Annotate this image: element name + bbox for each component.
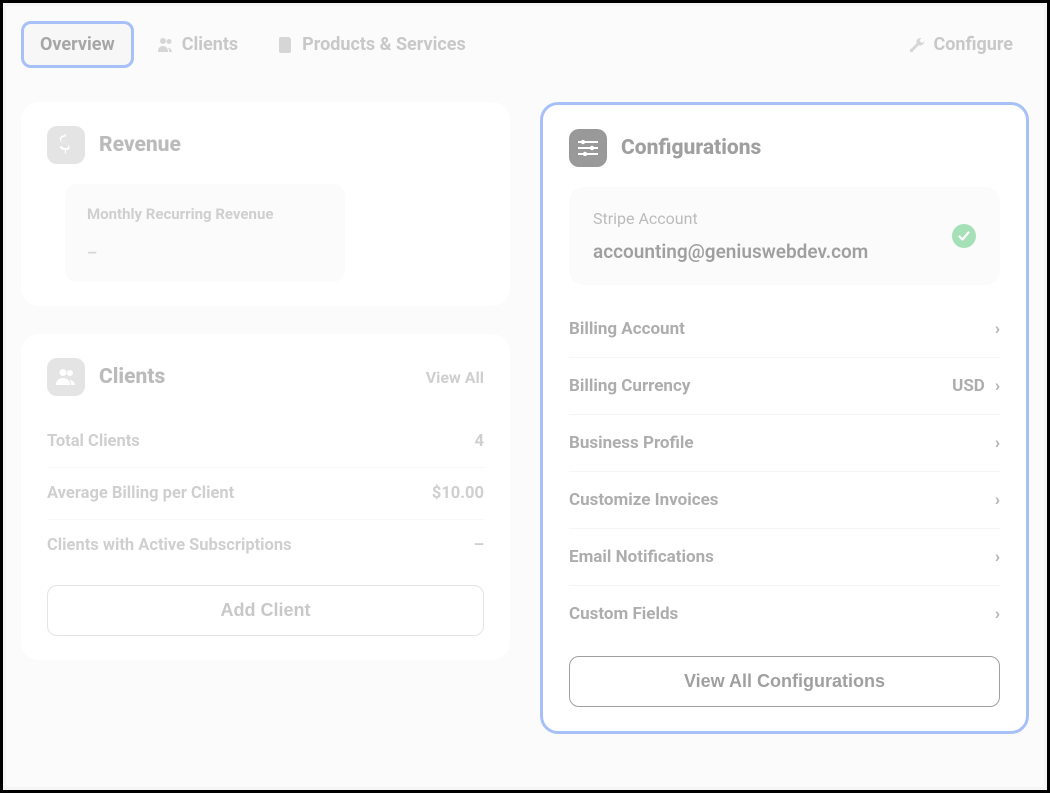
config-billing-currency[interactable]: Billing Currency USD › (569, 358, 1000, 415)
stat-total-label: Total Clients (47, 432, 140, 451)
config-title: Configurations (621, 136, 761, 160)
mrr-value: – (87, 243, 323, 262)
stat-avg-billing: Average Billing per Client $10.00 (47, 467, 484, 519)
configure-label: Configure (933, 34, 1013, 55)
config-business-profile-label: Business Profile (569, 433, 694, 453)
config-icon (569, 129, 607, 167)
stripe-email: accounting@geniuswebdev.com (593, 240, 938, 263)
config-email-notifications-label: Email Notifications (569, 547, 714, 567)
config-customize-invoices[interactable]: Customize Invoices › (569, 472, 1000, 529)
chevron-right-icon: › (995, 376, 1000, 396)
config-billing-currency-label: Billing Currency (569, 376, 690, 396)
config-business-profile[interactable]: Business Profile › (569, 415, 1000, 472)
config-custom-fields-label: Custom Fields (569, 604, 678, 624)
stat-total-clients: Total Clients 4 (47, 416, 484, 467)
dollar-icon (47, 126, 85, 164)
chevron-right-icon: › (995, 319, 1000, 339)
mrr-label: Monthly Recurring Revenue (87, 204, 323, 225)
stat-active-value: – (474, 536, 484, 555)
stat-total-value: 4 (475, 432, 484, 451)
mrr-card: Monthly Recurring Revenue – (65, 184, 345, 282)
clients-view-all[interactable]: View All (426, 368, 484, 387)
chevron-right-icon: › (995, 433, 1000, 453)
chevron-right-icon: › (995, 490, 1000, 510)
products-icon (278, 37, 294, 53)
clients-icon (158, 37, 174, 53)
revenue-card: Revenue Monthly Recurring Revenue – (21, 102, 510, 306)
config-email-notifications[interactable]: Email Notifications › (569, 529, 1000, 586)
tab-overview-label: Overview (40, 34, 115, 55)
check-icon (952, 224, 976, 248)
revenue-title: Revenue (99, 133, 181, 157)
chevron-right-icon: › (995, 547, 1000, 567)
config-custom-fields[interactable]: Custom Fields › (569, 586, 1000, 642)
clients-icon-box (47, 358, 85, 396)
add-client-button[interactable]: Add Client (47, 585, 484, 636)
clients-card: Clients View All Total Clients 4 Average… (21, 334, 510, 660)
stat-active-label: Clients with Active Subscriptions (47, 536, 292, 555)
configure-link[interactable]: Configure (893, 24, 1029, 65)
tab-clients-label: Clients (182, 34, 238, 55)
stat-avg-label: Average Billing per Client (47, 484, 234, 503)
config-billing-currency-value: USD (952, 376, 985, 396)
config-billing-account-label: Billing Account (569, 319, 685, 339)
clients-card-title: Clients (99, 365, 165, 389)
stripe-account-box[interactable]: Stripe Account accounting@geniuswebdev.c… (569, 187, 1000, 285)
config-customize-invoices-label: Customize Invoices (569, 490, 719, 510)
tab-products[interactable]: Products & Services (262, 24, 482, 65)
stat-active-subs: Clients with Active Subscriptions – (47, 519, 484, 571)
stripe-label: Stripe Account (593, 209, 938, 228)
chevron-right-icon: › (995, 604, 1000, 624)
wrench-icon (909, 37, 925, 53)
tab-products-label: Products & Services (302, 34, 466, 55)
nav-tabs: Overview Clients Products & Services Con… (21, 21, 1029, 68)
view-all-configurations-button[interactable]: View All Configurations (569, 656, 1000, 707)
tab-overview[interactable]: Overview (21, 21, 134, 68)
stat-avg-value: $10.00 (432, 484, 484, 503)
config-billing-account[interactable]: Billing Account › (569, 301, 1000, 358)
configurations-card: Configurations Stripe Account accounting… (540, 102, 1029, 734)
tab-clients[interactable]: Clients (142, 24, 254, 65)
